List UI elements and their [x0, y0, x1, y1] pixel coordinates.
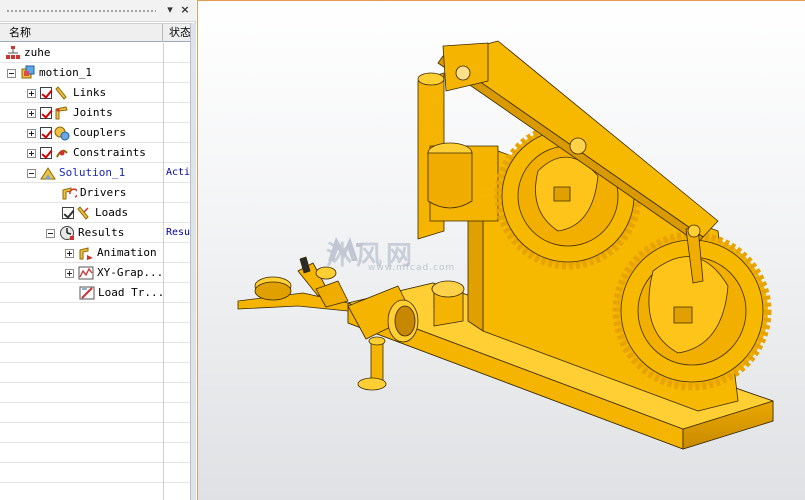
- tree-item-status: [166, 63, 190, 83]
- empty-row: [0, 323, 190, 343]
- panel-menu-dropdown-icon[interactable]: ▾: [163, 3, 177, 17]
- tree-item-label: Results: [78, 226, 125, 239]
- tree-row-loads[interactable]: Loads: [0, 203, 190, 223]
- empty-row: [0, 403, 190, 423]
- column-header-status[interactable]: 状态: [164, 24, 190, 42]
- tree-item-status: Active: [166, 167, 190, 178]
- animation-icon: [79, 247, 93, 260]
- expand-icon[interactable]: [27, 108, 36, 118]
- solution-icon: [40, 167, 56, 180]
- empty-row: [0, 363, 190, 383]
- empty-row: [0, 383, 190, 403]
- tree-row-drivers[interactable]: Drivers: [0, 183, 190, 203]
- motion-sim-icon: [21, 65, 35, 79]
- tree-item-label: Loads: [95, 206, 129, 219]
- drag-grip[interactable]: [6, 10, 156, 12]
- tree-item-status: [166, 283, 190, 303]
- tree-item-label: zuhe: [24, 46, 51, 59]
- tree-item-status: [166, 143, 190, 163]
- tree-row-zuhe[interactable]: zuhe: [0, 43, 190, 63]
- joints-icon: [55, 106, 68, 120]
- assembly-icon: [6, 46, 20, 59]
- xy-graph-icon: [78, 266, 94, 280]
- watermark-url: www.mfcad.com: [368, 263, 456, 273]
- column-header-row: 名称 状态: [0, 23, 190, 42]
- tree-item-label: Links: [73, 86, 107, 99]
- tree-item-status: Results: [166, 227, 190, 238]
- expand-icon[interactable]: [27, 88, 36, 98]
- couplers-icon: [54, 126, 70, 141]
- tree-row-motion-1[interactable]: motion_1: [0, 63, 190, 83]
- vertical-scrollbar[interactable]: [190, 23, 196, 500]
- tree-item-label: XY-Grap...: [97, 266, 164, 279]
- collapse-icon[interactable]: [27, 168, 36, 178]
- tree-item-status: [166, 243, 190, 263]
- empty-row: [0, 483, 190, 500]
- empty-row: [0, 343, 190, 363]
- tree-item-label: Drivers: [80, 186, 127, 199]
- navigator-tree: zuhe motion_1 Links Joints Couplers Cons…: [0, 43, 190, 500]
- expand-icon[interactable]: [27, 148, 36, 158]
- load-transfer-icon: [79, 286, 95, 300]
- visibility-checkbox[interactable]: [62, 207, 74, 219]
- motion-navigator-panel: ▾ × 名称 状态 zuhe motion_1 Links Joints Cou…: [0, 0, 196, 500]
- tree-row-constraints[interactable]: Constraints: [0, 143, 190, 163]
- tree-item-label: Joints: [73, 106, 113, 119]
- empty-row: [0, 463, 190, 483]
- tree-row-links[interactable]: Links: [0, 83, 190, 103]
- tree-row-load-transfer[interactable]: Load Tr...: [0, 283, 190, 303]
- empty-row: [0, 303, 190, 323]
- tree-item-label: Constraints: [73, 146, 146, 159]
- empty-row: [0, 443, 190, 463]
- links-icon: [55, 86, 67, 100]
- expand-icon[interactable]: [27, 128, 36, 138]
- tree-item-label: Solution_1: [59, 166, 126, 179]
- tree-item-status: [166, 203, 190, 223]
- tree-row-xy-graph[interactable]: XY-Grap...: [0, 263, 190, 283]
- close-icon[interactable]: ×: [178, 3, 192, 17]
- loads-icon: [77, 206, 89, 220]
- collapse-icon[interactable]: [46, 228, 55, 238]
- tree-row-solution-1[interactable]: Solution_1 Active: [0, 163, 190, 183]
- tree-row-animation[interactable]: Animation: [0, 243, 190, 263]
- tree-item-label: Couplers: [73, 126, 126, 139]
- expand-icon[interactable]: [65, 268, 74, 278]
- tree-item-label: motion_1: [39, 66, 92, 79]
- watermark-logo-icon: [328, 237, 364, 261]
- visibility-checkbox[interactable]: [40, 107, 52, 119]
- tree-item-status: [166, 263, 190, 283]
- constraints-icon: [56, 149, 68, 158]
- collapse-icon[interactable]: [7, 68, 16, 78]
- results-icon: [60, 226, 74, 240]
- empty-row: [0, 423, 190, 443]
- tree-row-couplers[interactable]: Couplers: [0, 123, 190, 143]
- tree-item-label: Animation: [97, 246, 157, 259]
- tree-item-status: [166, 123, 190, 143]
- column-header-name[interactable]: 名称: [0, 24, 163, 42]
- visibility-checkbox[interactable]: [40, 147, 52, 159]
- mechanism-3d-model[interactable]: [198, 1, 805, 500]
- expand-icon[interactable]: [65, 248, 74, 258]
- graphics-viewport[interactable]: 沐风网 www.mfcad.com: [197, 0, 805, 500]
- panel-title-bar[interactable]: ▾ ×: [0, 0, 196, 22]
- tree-item-status: [166, 183, 190, 203]
- visibility-checkbox[interactable]: [40, 87, 52, 99]
- tree-item-status: [166, 43, 190, 63]
- visibility-checkbox[interactable]: [40, 127, 52, 139]
- tree-item-label: Load Tr...: [98, 286, 165, 299]
- drivers-icon: [62, 187, 77, 200]
- tree-row-results[interactable]: Results Results: [0, 223, 190, 243]
- tree-item-status: [166, 83, 190, 103]
- tree-item-status: [166, 103, 190, 123]
- tree-row-joints[interactable]: Joints: [0, 103, 190, 123]
